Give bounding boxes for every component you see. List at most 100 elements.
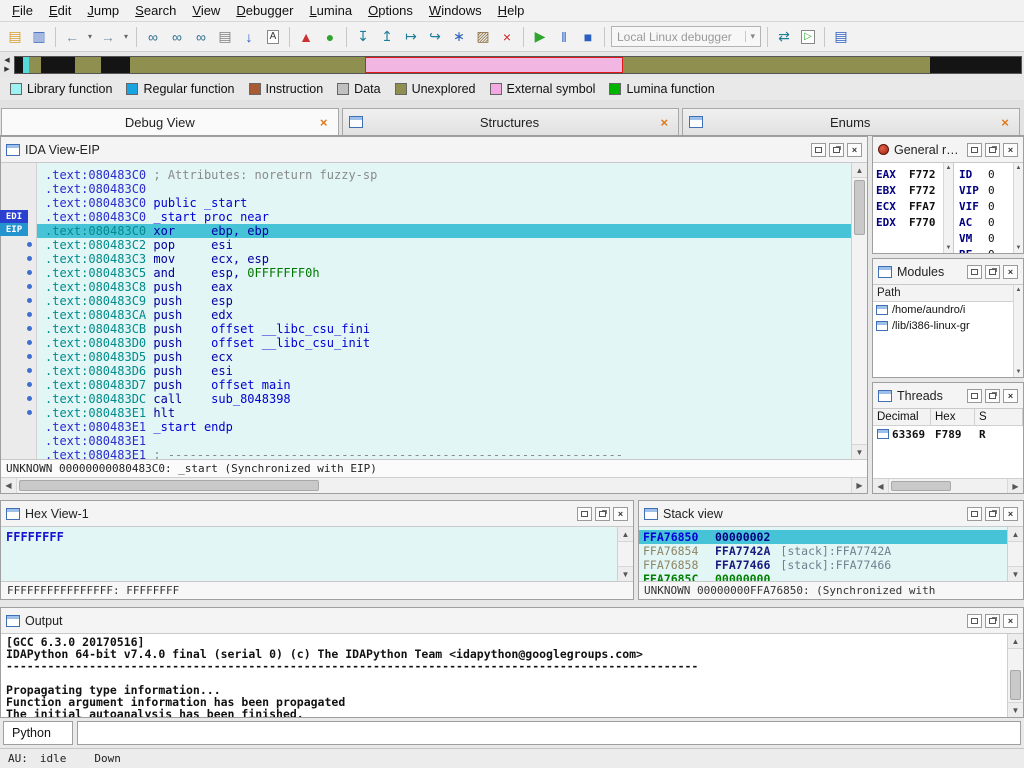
minimize-button[interactable] bbox=[811, 143, 826, 157]
flag-row[interactable]: VM0 bbox=[959, 230, 1013, 246]
asm-line[interactable]: .text:080483E1 bbox=[37, 434, 851, 448]
back-icon[interactable]: ← bbox=[61, 26, 83, 48]
menu-search[interactable]: Search bbox=[127, 0, 184, 21]
close-button[interactable]: × bbox=[1003, 614, 1018, 628]
threads-titlebar[interactable]: Threads× bbox=[873, 383, 1023, 409]
restore-button[interactable] bbox=[985, 614, 1000, 628]
scroll-down-icon[interactable]: ▼ bbox=[1008, 566, 1023, 581]
debugger-combo[interactable]: Local Linux debugger▾ bbox=[611, 26, 761, 47]
threads-header-hex[interactable]: Hex bbox=[931, 409, 975, 425]
pause-process-icon[interactable]: ‖ bbox=[553, 26, 575, 48]
threads-header-s[interactable]: S bbox=[975, 409, 1023, 425]
close-button[interactable]: × bbox=[1003, 143, 1018, 157]
save-icon[interactable]: ▥ bbox=[28, 26, 50, 48]
tab-close-icon[interactable]: × bbox=[997, 115, 1013, 130]
breakpoint-dot[interactable] bbox=[27, 368, 32, 373]
asm-line[interactable]: .text:080483C0 _start proc near bbox=[37, 210, 851, 224]
restore-button[interactable] bbox=[985, 389, 1000, 403]
navband-segment[interactable] bbox=[29, 57, 41, 73]
restore-button[interactable] bbox=[985, 265, 1000, 279]
close-button[interactable]: × bbox=[1003, 507, 1018, 521]
modules-titlebar[interactable]: Modules× bbox=[873, 259, 1023, 285]
asm-line[interactable]: .text:080483C2 pop esi bbox=[37, 238, 851, 252]
enable-tracing-icon[interactable]: ● bbox=[319, 26, 341, 48]
navband-segment[interactable] bbox=[101, 57, 129, 73]
cancel-icon[interactable]: × bbox=[496, 26, 518, 48]
asm-line[interactable]: .text:080483C9 push esp bbox=[37, 294, 851, 308]
asm-line[interactable]: .text:080483C0 public _start bbox=[37, 196, 851, 210]
scroll-down-icon[interactable]: ▼ bbox=[946, 245, 952, 251]
threads-header-decimal[interactable]: Decimal bbox=[873, 409, 931, 425]
breakpoint-dot[interactable] bbox=[27, 270, 32, 275]
menu-options[interactable]: Options bbox=[360, 0, 421, 21]
run-until-return-icon[interactable]: ↦ bbox=[400, 26, 422, 48]
scroll-left-icon[interactable]: ◀ bbox=[873, 479, 889, 493]
scroll-down-icon[interactable]: ▼ bbox=[618, 566, 633, 581]
scroll-down-icon[interactable]: ▼ bbox=[1016, 245, 1022, 251]
modules-path-header[interactable]: Path bbox=[877, 287, 901, 299]
breakpoint-dot[interactable] bbox=[27, 242, 32, 247]
hex-view-titlebar[interactable]: Hex View-1× bbox=[1, 501, 633, 527]
registers-scrollbar[interactable]: ▲ ▼ bbox=[943, 163, 953, 253]
hex-line[interactable]: FFFFFFFF bbox=[6, 530, 612, 544]
navband-segment[interactable] bbox=[930, 57, 1021, 73]
register-row[interactable]: EDXF770 bbox=[876, 214, 943, 230]
minimize-button[interactable] bbox=[967, 389, 982, 403]
modules-scrollbar[interactable]: ▲ ▼ bbox=[1013, 285, 1023, 377]
breakpoint-dot[interactable] bbox=[27, 284, 32, 289]
asm-line[interactable]: .text:080483CB push offset __libc_csu_fi… bbox=[37, 322, 851, 336]
edit-breakpoints-icon[interactable]: ▨ bbox=[472, 26, 494, 48]
stack-row[interactable]: FFA76858FFA77466[stack]:FFA77466 bbox=[639, 558, 1007, 572]
menu-jump[interactable]: Jump bbox=[79, 0, 127, 21]
registers-list[interactable]: EAXF772EBXF772ECXFFA7EDXF770 bbox=[873, 163, 943, 253]
threads-list[interactable]: 63369F789R bbox=[873, 426, 1023, 478]
scroll-up-icon[interactable]: ▲ bbox=[1008, 634, 1023, 649]
minimize-button[interactable] bbox=[967, 507, 982, 521]
debugger-windows-icon[interactable]: ▷ bbox=[797, 26, 819, 48]
minimize-button[interactable] bbox=[967, 614, 982, 628]
stop-process-icon[interactable]: ■ bbox=[577, 26, 599, 48]
asm-line[interactable]: .text:080483E1 ; -----------------------… bbox=[37, 448, 851, 459]
menu-edit[interactable]: Edit bbox=[41, 0, 79, 21]
stack-list[interactable]: FFA7685000000002FFA76854FFA7742A[stack]:… bbox=[639, 527, 1007, 581]
menu-lumina[interactable]: Lumina bbox=[301, 0, 360, 21]
scroll-up-icon[interactable]: ▲ bbox=[852, 163, 867, 178]
hex-content[interactable]: FFFFFFFF bbox=[1, 527, 617, 581]
stack-row[interactable]: FFA76854FFA7742A[stack]:FFA7742A bbox=[639, 544, 1007, 558]
flags-list[interactable]: ID0VIP0VIF0AC0VM0RF0 bbox=[953, 163, 1013, 253]
restore-button[interactable] bbox=[829, 143, 844, 157]
scroll-right-icon[interactable]: ▶ bbox=[851, 478, 867, 493]
tab-enums[interactable]: Enums× bbox=[682, 108, 1020, 135]
python-selector-button[interactable]: Python bbox=[3, 721, 73, 745]
scroll-down-icon[interactable]: ▼ bbox=[1016, 369, 1022, 375]
scroll-up-icon[interactable]: ▲ bbox=[946, 165, 952, 171]
step-into-icon[interactable]: ↧ bbox=[352, 26, 374, 48]
asm-line[interactable]: .text:080483C5 and esp, 0FFFFFFF0h bbox=[37, 266, 851, 280]
asm-line[interactable]: .text:080483C0 bbox=[37, 182, 851, 196]
scroll-track[interactable] bbox=[17, 478, 851, 493]
asm-line[interactable]: .text:080483D6 push esi bbox=[37, 364, 851, 378]
start-process-icon[interactable]: ▶ bbox=[529, 26, 551, 48]
scroll-thumb[interactable] bbox=[854, 180, 865, 235]
stack-row[interactable]: FFA7685C00000000 bbox=[639, 572, 1007, 581]
scroll-right-icon[interactable]: ▶ bbox=[1007, 479, 1023, 493]
breakpoint-dot[interactable] bbox=[27, 256, 32, 261]
breakpoint-dot[interactable] bbox=[27, 326, 32, 331]
open-file-icon[interactable]: ▤ bbox=[4, 26, 26, 48]
navband-segment[interactable] bbox=[75, 57, 101, 73]
flags-scrollbar[interactable]: ▲ ▼ bbox=[1013, 163, 1023, 253]
asm-line[interactable]: .text:080483C3 mov ecx, esp bbox=[37, 252, 851, 266]
breakpoint-dot[interactable] bbox=[27, 382, 32, 387]
threads-hscrollbar[interactable]: ◀ ▶ bbox=[873, 478, 1023, 493]
minimize-button[interactable] bbox=[967, 143, 982, 157]
breakpoint-dot[interactable] bbox=[27, 340, 32, 345]
breakpoint-dot[interactable] bbox=[27, 354, 32, 359]
restore-button[interactable] bbox=[985, 507, 1000, 521]
breakpoint-dot[interactable] bbox=[27, 298, 32, 303]
registers-titlebar[interactable]: General registers× bbox=[873, 137, 1023, 163]
restore-button[interactable] bbox=[985, 143, 1000, 157]
stack-view-titlebar[interactable]: Stack view× bbox=[639, 501, 1023, 527]
asm-line[interactable]: .text:080483E1 _start endp bbox=[37, 420, 851, 434]
module-row[interactable]: /lib/i386-linux-gr bbox=[873, 318, 1013, 334]
register-row[interactable]: ECXFFA7 bbox=[876, 198, 943, 214]
